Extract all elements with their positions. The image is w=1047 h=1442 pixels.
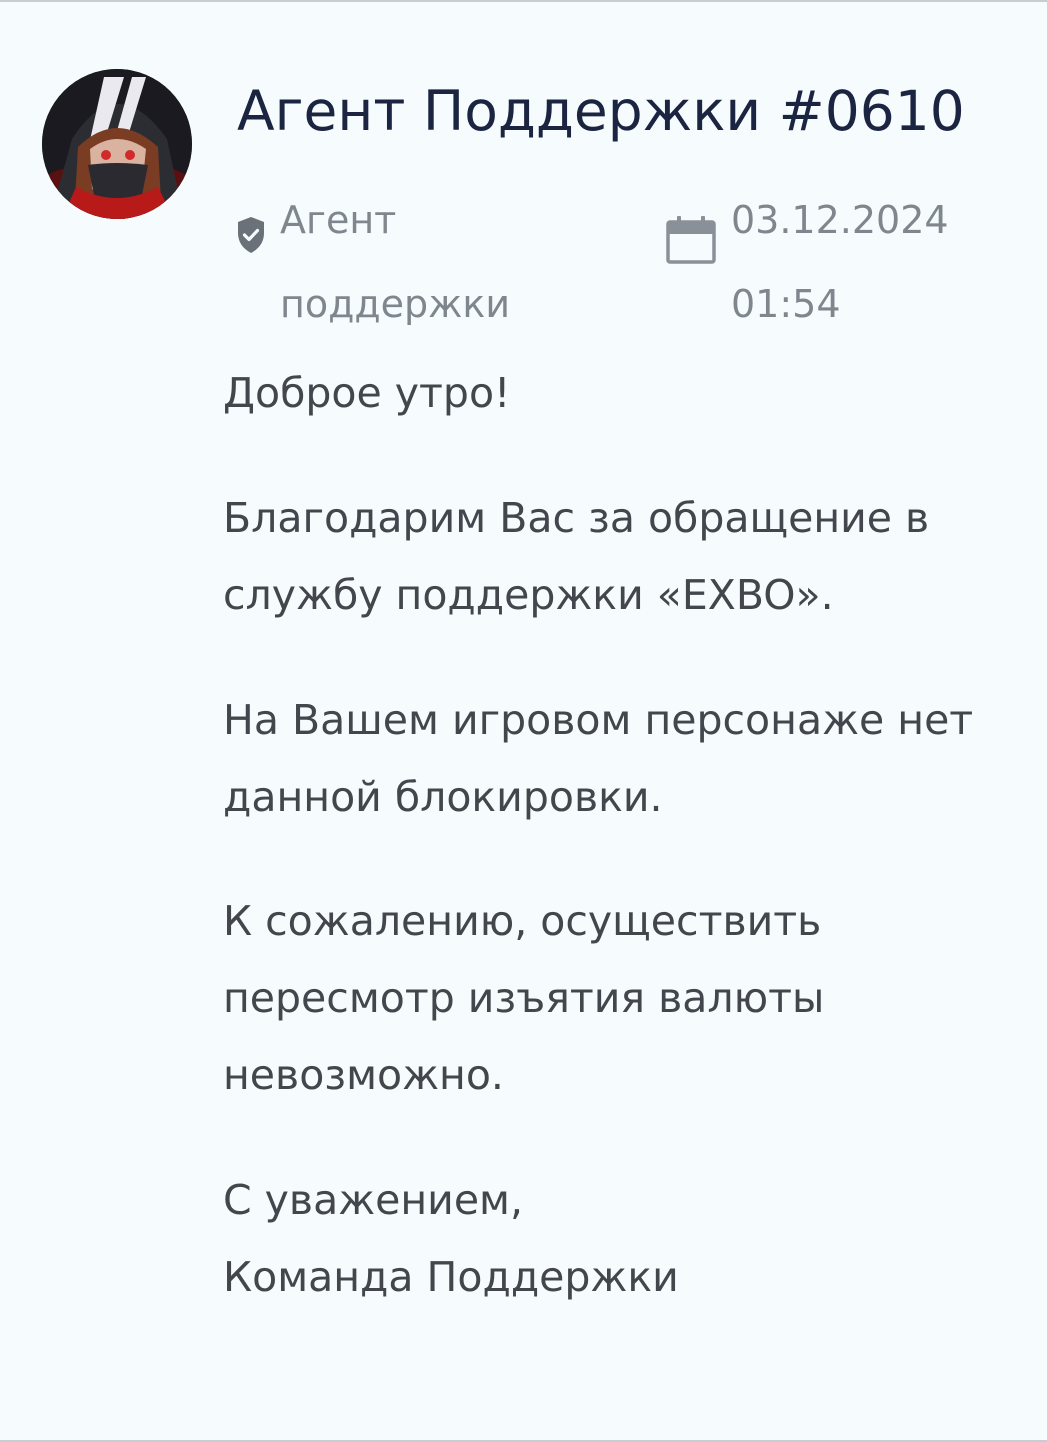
message-signature: С уважением, Команда Поддержки bbox=[223, 1162, 1033, 1316]
top-divider bbox=[0, 0, 1047, 2]
shield-check-icon bbox=[238, 217, 264, 253]
author-role: Агент поддержки bbox=[280, 178, 580, 346]
post-date-time: 01:54 bbox=[731, 282, 841, 326]
message-paragraph-3-line-3: невозможно. bbox=[223, 1051, 504, 1099]
message-paragraph-3-line-1: К сожалению, осуществить bbox=[223, 897, 822, 945]
post-date-day: 03.12.2024 bbox=[731, 198, 949, 242]
message-signature-line-1: С уважением, bbox=[223, 1176, 524, 1224]
message-paragraph-2-line-1: На Вашем игровом персонаже нет bbox=[223, 696, 974, 744]
author-name[interactable]: Агент Поддержки #0610 bbox=[237, 78, 965, 144]
author-role-line2: поддержки bbox=[280, 282, 511, 326]
avatar[interactable] bbox=[42, 69, 192, 219]
message-paragraph-1-line-1: Благодарим Вас за обращение в bbox=[223, 494, 930, 542]
message-paragraph-3-line-2: пересмотр изъятия валюты bbox=[223, 974, 825, 1022]
message-paragraph-1: Благодарим Вас за обращение в службу под… bbox=[223, 480, 1033, 634]
author-role-line1: Агент bbox=[280, 198, 397, 242]
message-signature-line-2: Команда Поддержки bbox=[223, 1253, 679, 1301]
calendar-icon bbox=[666, 216, 716, 264]
message-paragraph-1-line-2: службу поддержки «EXBO». bbox=[223, 571, 834, 619]
message-paragraph-3: К сожалению, осуществить пересмотр изъят… bbox=[223, 883, 1033, 1114]
post-date[interactable]: 03.12.2024 01:54 bbox=[731, 178, 949, 346]
avatar-image bbox=[42, 69, 192, 219]
message-paragraph-2-line-2: данной блокировки. bbox=[223, 773, 663, 821]
message-paragraph-2: На Вашем игровом персонаже нет данной бл… bbox=[223, 682, 1033, 836]
message-greeting: Доброе утро! bbox=[223, 369, 511, 417]
